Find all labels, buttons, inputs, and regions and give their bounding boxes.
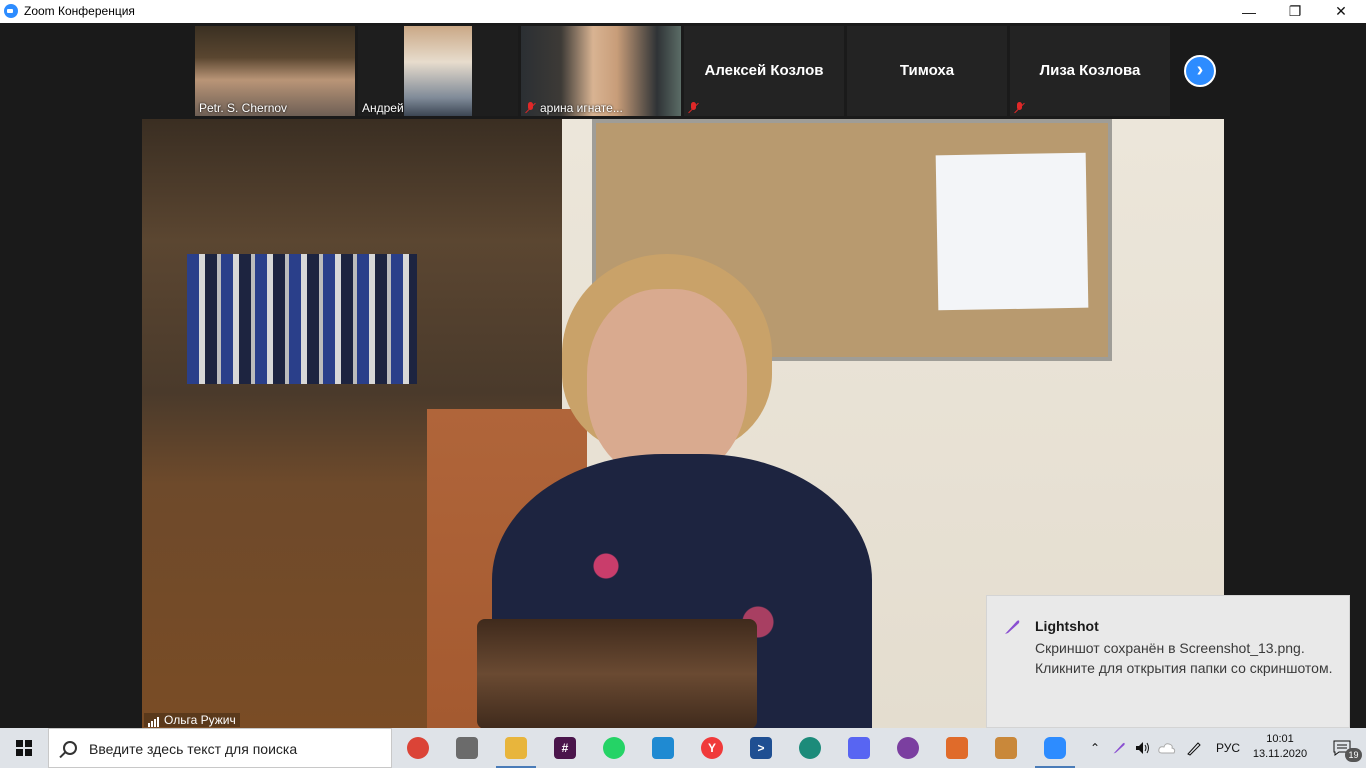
participant-tile[interactable]: Лиза Козлова [1010,26,1170,116]
speaker-phone [477,619,757,728]
speaker-figure [432,254,912,728]
volume-tray-icon[interactable] [1132,728,1154,768]
speaker-label: Ольга Ружич [144,713,240,727]
participant-name: арина игнате... [540,101,623,115]
speaker-face [587,289,747,479]
participant-name-row: арина игнате... [525,101,623,115]
participant-status [1014,101,1029,115]
whatsapp-icon [603,737,625,759]
speaker-icon [1136,742,1149,754]
taskbar-app-discord[interactable] [835,728,883,768]
edge-icon [799,737,821,759]
participant-name: Тимоха [899,62,955,79]
paint-icon [995,737,1017,759]
window-title: Zoom Конференция [24,4,135,18]
notification-body: Скриншот сохранён в Screenshot_13.png. К… [1035,640,1333,676]
taskbar-app-edge[interactable] [786,728,834,768]
speaker-name: Ольга Ружич [164,713,236,727]
taskbar-app-explorer[interactable] [492,728,540,768]
taskbar-search[interactable]: Введите здесь текст для поиска [48,728,392,768]
taskbar-app-whatsapp[interactable] [590,728,638,768]
participant-name: Лиза Козлова [1039,62,1141,79]
background-paper [935,152,1089,311]
taskbar-app-zoom[interactable] [1031,728,1079,768]
taskbar: Введите здесь текст для поиска # Y > ⌃ Р… [0,728,1366,768]
powershell-icon: > [750,737,772,759]
minimize-button[interactable]: — [1226,0,1272,23]
zoom-icon [1044,737,1066,759]
taskbar-app-chrome[interactable] [394,728,442,768]
background-binders [187,254,417,384]
participant-tile[interactable]: Petr. S. Chernov [195,26,355,116]
mic-muted-icon [525,102,536,113]
participant-video [404,26,472,116]
taskbar-clock[interactable]: 10:01 13.11.2020 [1250,732,1310,762]
taskbar-app-yandex[interactable]: Y [688,728,736,768]
taskbar-app-vscode[interactable] [639,728,687,768]
document-icon [946,737,968,759]
onedrive-tray-icon[interactable] [1156,728,1178,768]
taskbar-app-purple[interactable] [884,728,932,768]
lightshot-tray-icon[interactable] [1108,728,1130,768]
camera-icon [456,737,478,759]
lightshot-notification[interactable]: Lightshot Скриншот сохранён в Screenshot… [986,595,1350,728]
pen-icon [1187,742,1201,756]
zoom-app-icon [4,4,18,18]
participant-tile[interactable]: Андрей [358,26,518,116]
purple-app-icon [897,737,919,759]
chrome-icon [407,737,429,759]
participant-tile[interactable]: Тимоха [847,26,1007,116]
title-bar: Zoom Конференция — ❐ ✕ [0,0,1366,23]
pen-tray-icon[interactable] [1182,728,1206,768]
search-icon [63,741,77,755]
clock-date: 13.11.2020 [1252,748,1308,760]
slack-icon: # [554,737,576,759]
cloud-icon [1158,743,1176,754]
next-page-button[interactable]: › [1184,55,1216,87]
discord-icon [848,737,870,759]
yandex-icon: Y [701,737,723,759]
show-hidden-icons-button[interactable]: ⌃ [1084,728,1106,768]
feather-icon [1113,742,1125,754]
input-language-indicator[interactable]: РУС [1210,728,1246,768]
feather-icon [1005,620,1020,634]
search-placeholder: Введите здесь текст для поиска [89,741,298,757]
participant-status [688,101,703,115]
notification-badge: 19 [1345,748,1362,762]
participant-name: Petr. S. Chernov [199,101,288,115]
maximize-button[interactable]: ❐ [1272,0,1318,23]
signal-strength-icon [148,713,160,727]
windows-icon [16,740,32,756]
taskbar-app-screenshot[interactable] [443,728,491,768]
clock-time: 10:01 [1266,733,1294,745]
action-center-button[interactable]: 19 [1318,728,1366,768]
taskbar-app-paint[interactable] [982,728,1030,768]
mic-muted-icon [688,102,699,113]
participant-name: Андрей [362,101,404,115]
close-button[interactable]: ✕ [1318,0,1364,23]
participant-tile[interactable]: Алексей Козлов [684,26,844,116]
mic-muted-icon [1014,102,1025,113]
taskbar-app-powershell[interactable]: > [737,728,785,768]
taskbar-app-document[interactable] [933,728,981,768]
start-button[interactable] [0,728,48,768]
taskbar-app-slack[interactable]: # [541,728,589,768]
participant-tile[interactable]: арина игнате... [521,26,681,116]
participant-name: Алексей Козлов [704,62,824,79]
folder-icon [505,737,527,759]
vscode-icon [652,737,674,759]
notification-title: Lightshot [1035,618,1099,634]
